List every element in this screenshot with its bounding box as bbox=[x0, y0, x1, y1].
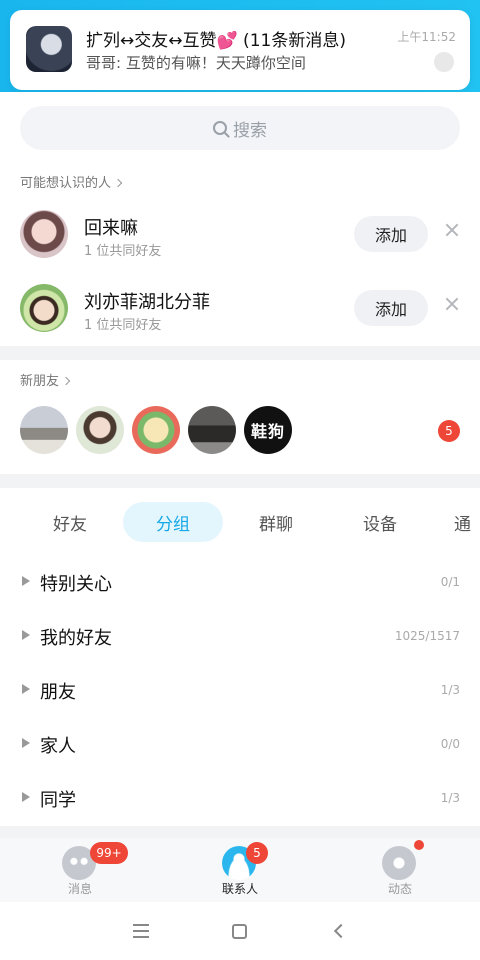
search-bar[interactable]: 搜索 bbox=[20, 106, 460, 150]
notification-banner[interactable]: 扩列↔交友↔互赞💕 (11条新消息) 哥哥: 互赞的有嘛！天天蹲你空间 上午11… bbox=[10, 10, 470, 90]
group-name: 我的好友 bbox=[40, 628, 112, 649]
groups-section: 好友 分组 群聊 设备 通 特别关心 0/1 我的好友 1025/1517 朋友… bbox=[0, 488, 480, 826]
may-know-title: 可能想认识的人 bbox=[20, 176, 112, 191]
group-name: 特别关心 bbox=[40, 574, 112, 595]
group-row[interactable]: 同学 1/3 bbox=[0, 772, 480, 826]
triangle-right-icon bbox=[22, 630, 30, 640]
triangle-right-icon bbox=[22, 738, 30, 748]
group-name: 同学 bbox=[40, 790, 76, 811]
group-row[interactable]: 家人 0/0 bbox=[0, 718, 480, 772]
suggested-person[interactable]: 刘亦菲湖北分菲 1 位共同好友 添加 bbox=[0, 276, 480, 340]
tab-group-chats[interactable]: 群聊 bbox=[236, 502, 316, 542]
new-friends-title: 新朋友 bbox=[20, 374, 60, 389]
group-count: 1025/1517 bbox=[394, 629, 460, 643]
back-icon[interactable] bbox=[333, 923, 349, 939]
group-row[interactable]: 我的好友 1025/1517 bbox=[0, 610, 480, 664]
new-friends-section[interactable]: 新朋友 鞋狗 5 bbox=[0, 360, 480, 474]
tab-feed[interactable]: 动态 bbox=[340, 838, 460, 902]
group-avatar bbox=[26, 26, 72, 72]
notification-title: 扩列↔交友↔互赞💕 (11条新消息) bbox=[86, 31, 346, 51]
notification-message: 哥哥: 互赞的有嘛！天天蹲你空间 bbox=[86, 54, 306, 72]
contact-tabs: 好友 分组 群聊 设备 通 bbox=[0, 502, 480, 542]
avatar bbox=[132, 406, 180, 454]
tab-feed-label: 动态 bbox=[387, 882, 412, 896]
may-know-header[interactable]: 可能想认识的人 bbox=[20, 172, 123, 191]
group-count: 1/3 bbox=[440, 683, 460, 697]
avatar bbox=[76, 406, 124, 454]
new-friends-badge: 5 bbox=[438, 420, 460, 442]
group-row[interactable]: 朋友 1/3 bbox=[0, 664, 480, 718]
feed-dot-badge bbox=[414, 840, 424, 850]
mutual-friends: 1 位共同好友 bbox=[84, 244, 162, 259]
contacts-badge: 5 bbox=[246, 842, 268, 864]
group-row[interactable]: 特别关心 0/1 bbox=[0, 556, 480, 610]
avatar bbox=[188, 406, 236, 454]
group-count: 0/0 bbox=[440, 737, 460, 751]
triangle-right-icon bbox=[22, 792, 30, 802]
tab-groups[interactable]: 分组 bbox=[123, 502, 223, 542]
suggested-person[interactable]: 回来嘛 1 位共同好友 添加 bbox=[0, 202, 480, 266]
messages-badge: 99+ bbox=[90, 842, 128, 864]
close-icon[interactable] bbox=[444, 222, 460, 238]
person-name: 回来嘛 bbox=[84, 218, 138, 239]
tab-contacts[interactable]: 5 联系人 bbox=[180, 838, 300, 902]
tab-messages-label: 消息 bbox=[67, 882, 92, 896]
tab-friends[interactable]: 好友 bbox=[30, 502, 110, 542]
tab-more[interactable]: 通 bbox=[454, 502, 480, 542]
group-count: 0/1 bbox=[440, 575, 460, 589]
avatar bbox=[20, 284, 68, 332]
menu-icon[interactable] bbox=[133, 924, 149, 938]
avatar bbox=[20, 406, 68, 454]
close-icon[interactable] bbox=[444, 296, 460, 312]
mutual-friends: 1 位共同好友 bbox=[84, 318, 162, 333]
tab-devices[interactable]: 设备 bbox=[340, 502, 420, 542]
group-name: 朋友 bbox=[40, 682, 76, 703]
triangle-right-icon bbox=[22, 684, 30, 694]
avatar bbox=[20, 210, 68, 258]
add-button[interactable]: 添加 bbox=[354, 290, 428, 326]
group-name: 家人 bbox=[40, 736, 76, 757]
avatar-ghost-icon bbox=[434, 52, 454, 72]
contacts-panel: 搜索 可能想认识的人 回来嘛 1 位共同好友 添加 刘亦菲湖北分菲 1 位共同好… bbox=[0, 92, 480, 346]
chevron-right-icon bbox=[61, 376, 71, 386]
search-placeholder: 搜索 bbox=[233, 120, 267, 141]
search-icon bbox=[213, 121, 227, 135]
planet-icon bbox=[382, 846, 416, 880]
triangle-right-icon bbox=[22, 576, 30, 586]
bottom-tabbar: 99+ 消息 5 联系人 动态 bbox=[0, 838, 480, 902]
person-name: 刘亦菲湖北分菲 bbox=[84, 292, 210, 313]
new-friends-header[interactable]: 新朋友 bbox=[20, 370, 71, 389]
home-icon[interactable] bbox=[232, 924, 247, 939]
avatar-text: 鞋狗 bbox=[244, 406, 292, 454]
tab-messages[interactable]: 99+ 消息 bbox=[20, 838, 140, 902]
add-button[interactable]: 添加 bbox=[354, 216, 428, 252]
chevron-right-icon bbox=[113, 178, 123, 188]
new-friends-avatars[interactable]: 鞋狗 bbox=[20, 406, 292, 454]
notification-time: 上午11:52 bbox=[397, 30, 456, 44]
group-count: 1/3 bbox=[440, 791, 460, 805]
system-navbar bbox=[0, 902, 480, 960]
tab-contacts-label: 联系人 bbox=[221, 882, 258, 896]
